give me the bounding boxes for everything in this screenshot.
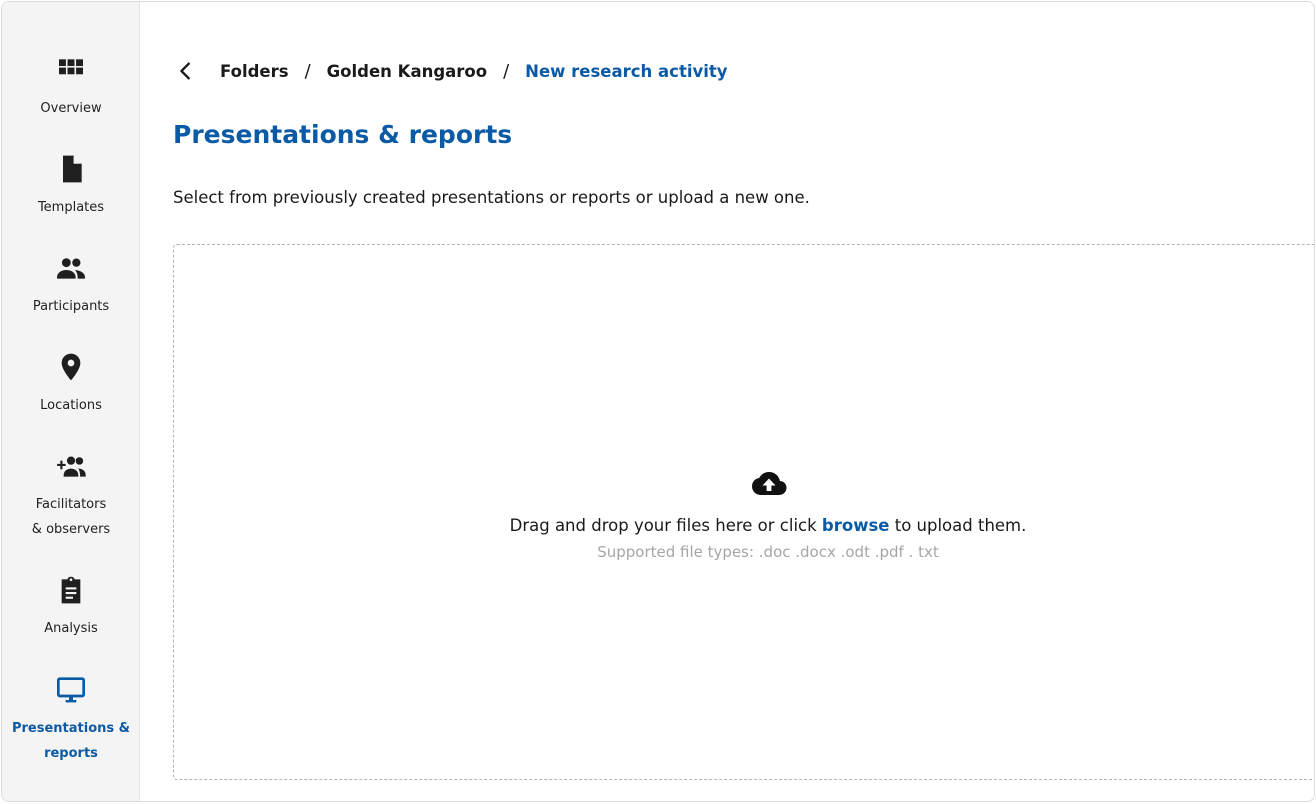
sidebar-item-label: Locations [40, 398, 102, 413]
sidebar-item-facilitators[interactable]: Facilitators & observers [2, 450, 140, 542]
sidebar-item-label: Participants [32, 299, 110, 314]
breadcrumb-separator: / [503, 60, 510, 82]
page-title: Presentations & reports [173, 120, 513, 149]
breadcrumb-item-folder[interactable]: Golden Kangaroo [327, 62, 487, 81]
file-dropzone[interactable] [173, 244, 1314, 780]
sidebar-item-label: Analysis [44, 621, 98, 636]
sidebar-item-label: Facilitators & observers [31, 497, 111, 537]
main-content: Folders / Golden Kangaroo / New research… [140, 2, 1314, 801]
sidebar-item-analysis[interactable]: Analysis [2, 574, 140, 641]
cloud-upload-icon [751, 470, 787, 498]
sidebar-item-label: Overview [40, 101, 102, 116]
sidebar-item-label: Presentations & reports [11, 721, 130, 761]
location-pin-icon [55, 351, 87, 383]
supported-file-types: Supported file types: .doc .docx .odt .p… [597, 543, 939, 561]
sidebar-item-overview[interactable]: Overview [2, 54, 140, 121]
chevron-left-icon [180, 62, 190, 80]
app-window: Overview Templates Participants Location… [1, 1, 1315, 802]
dropzone-instructions: Drag and drop your files here or click b… [509, 516, 1027, 535]
monitor-icon [55, 674, 87, 706]
add-people-icon [55, 450, 87, 482]
grid-icon [55, 54, 87, 86]
sidebar-item-templates[interactable]: Templates [2, 153, 140, 220]
page-description: Select from previously created presentat… [173, 188, 810, 207]
sidebar-item-locations[interactable]: Locations [2, 351, 140, 418]
document-icon [55, 153, 87, 185]
sidebar-item-presentations-reports[interactable]: Presentations & reports [2, 674, 140, 766]
sidebar-item-label: Templates [37, 200, 105, 215]
breadcrumb-item-current: New research activity [525, 61, 728, 81]
breadcrumb-item-folders[interactable]: Folders [220, 62, 289, 81]
back-button[interactable] [174, 59, 198, 83]
sidebar: Overview Templates Participants Location… [2, 2, 140, 801]
breadcrumb-separator: / [304, 60, 311, 82]
browse-link[interactable]: browse [822, 516, 890, 535]
sidebar-item-participants[interactable]: Participants [2, 252, 140, 319]
clipboard-icon [55, 574, 87, 606]
breadcrumb: Folders / Golden Kangaroo / New research… [174, 56, 728, 86]
people-icon [55, 252, 87, 284]
